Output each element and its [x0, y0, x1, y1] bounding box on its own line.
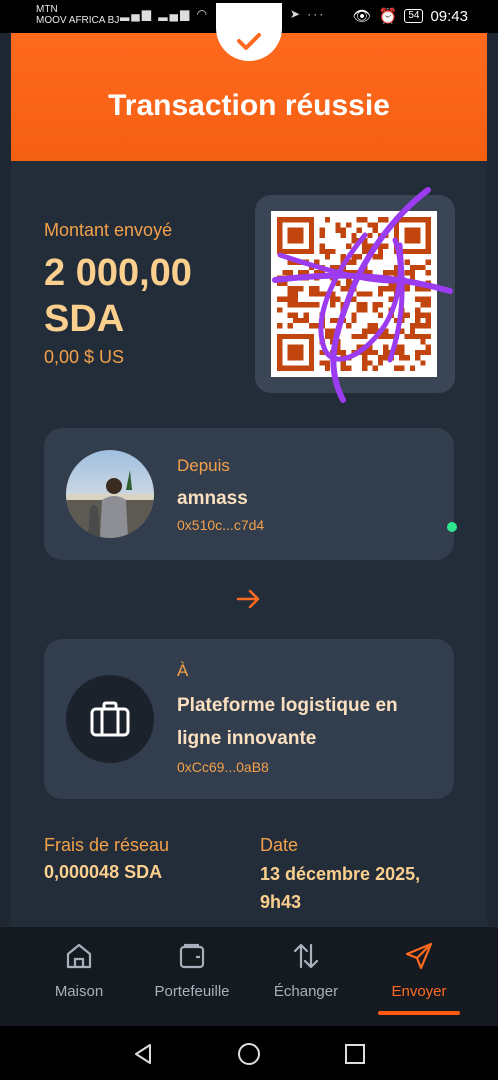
battery-indicator: 54: [404, 9, 424, 23]
recipient-role: À: [177, 661, 189, 680]
carrier-info: MTN MOOV AFRICA BJ: [36, 4, 119, 26]
back-icon[interactable]: [131, 1042, 155, 1066]
date-value: 13 décembre 2025, 9h43: [260, 864, 421, 912]
fee-label: Frais de réseau: [44, 835, 170, 855]
swap-icon: [293, 943, 319, 969]
sender-card[interactable]: Depuis amnass 0x510c...c7d4: [44, 428, 454, 560]
status-right: 👁 ⏰ 54 09:43: [352, 7, 468, 26]
success-header: Transaction réussie: [11, 3, 487, 161]
nav-home[interactable]: Maison: [24, 927, 134, 1027]
active-tab-indicator: [378, 1011, 460, 1015]
recipient-name: Plateforme logistique en ligne innovante: [177, 695, 398, 749]
sender-name: amnass: [177, 488, 248, 509]
eye-icon: 👁: [352, 8, 372, 25]
send-icon: [405, 942, 433, 970]
amount-usd: 0,00 $ US: [44, 347, 125, 367]
arrow-right-icon: [236, 589, 260, 609]
nav-home-label: Maison: [54, 983, 104, 1000]
nav-wallet-label: Portefeuille: [154, 983, 230, 1000]
clock: 09:43: [430, 7, 468, 25]
success-badge: [216, 3, 282, 61]
sender-address[interactable]: 0x510c...c7d4: [177, 517, 264, 533]
carrier-2: MOOV AFRICA BJ: [36, 15, 120, 26]
sender-role: Depuis: [177, 456, 230, 475]
fee-value: 0,000048 SDA: [44, 862, 163, 882]
recents-icon[interactable]: [343, 1042, 367, 1066]
amount-label: Montant envoyé: [44, 220, 173, 240]
recipient-card[interactable]: À Plateforme logistique en ligne innovan…: [44, 639, 454, 799]
nav-swap[interactable]: Échanger: [251, 927, 361, 1027]
nav-send[interactable]: Envoyer: [364, 927, 474, 1027]
check-icon: [237, 33, 261, 50]
nav-swap-label: Échanger: [273, 983, 339, 1000]
online-indicator: [447, 522, 457, 532]
user-photo-icon: [66, 470, 154, 538]
wallet-icon: [179, 943, 205, 969]
system-navigation-bar: [0, 1026, 498, 1080]
date-label: Date: [260, 835, 299, 855]
qr-code: [271, 211, 437, 377]
recipient-address[interactable]: 0xCc69...0aB8: [177, 759, 269, 775]
recipient-avatar: [66, 675, 154, 763]
page-title: Transaction réussie: [108, 89, 390, 122]
alarm-icon: ⏰: [378, 8, 398, 25]
qr-card[interactable]: [255, 195, 455, 393]
bottom-navigation: Maison Portefeuille Échanger Envoyer: [0, 926, 498, 1026]
briefcase-icon: [90, 701, 130, 737]
nav-send-label: Envoyer: [391, 983, 447, 1000]
carrier-1: MTN: [36, 4, 58, 15]
qr-code-icon: [277, 217, 431, 371]
sender-avatar: [66, 450, 154, 538]
home-icon: [66, 943, 92, 969]
home-circle-icon[interactable]: [237, 1042, 261, 1066]
nav-wallet[interactable]: Portefeuille: [137, 927, 247, 1027]
amount-value: 2 000,00 SDA: [44, 252, 192, 340]
